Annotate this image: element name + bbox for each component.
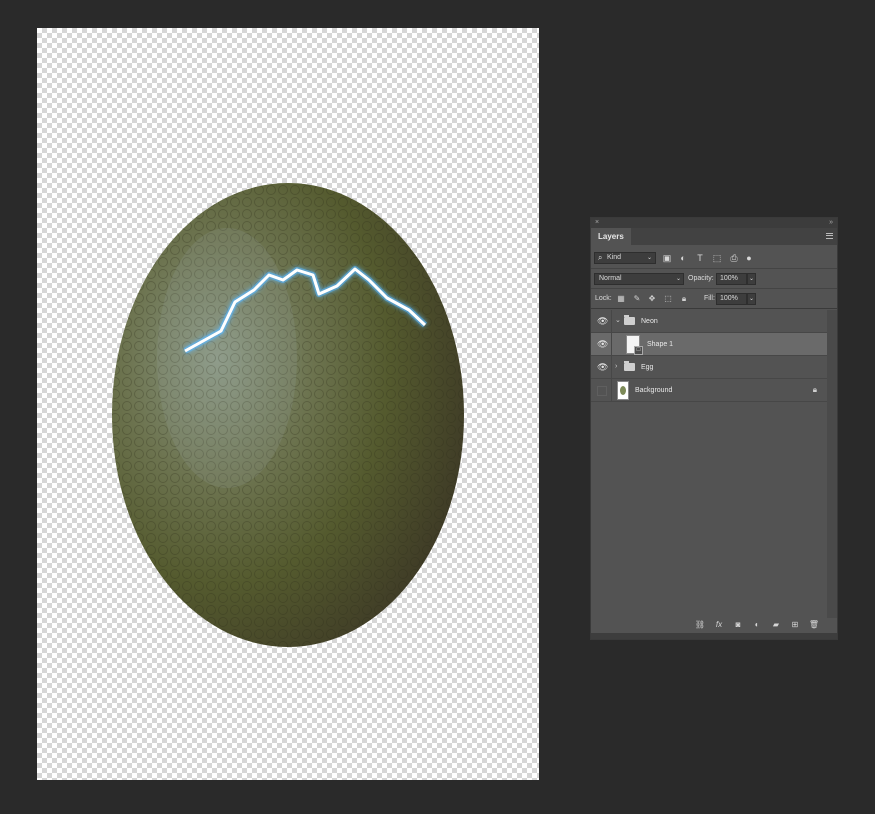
layer-name: Egg (641, 364, 654, 371)
shape-badge-icon: □ (634, 346, 643, 355)
layer-row-shape-1[interactable]: 👁︎ □ Shape 1 (591, 333, 827, 356)
blend-mode-select[interactable]: Normal ⌄ (594, 273, 684, 285)
tab-layers[interactable]: Layers (591, 228, 631, 245)
link-layers-icon[interactable]: ⛓ (694, 618, 706, 632)
background-layer-thumbnail (617, 381, 629, 400)
visibility-eye-icon[interactable]: 👁︎ (597, 362, 608, 372)
visibility-eye-icon[interactable]: 👁︎ (597, 339, 608, 349)
chevron-down-icon: ⌄ (675, 276, 681, 282)
fill-value: 100% (720, 295, 738, 302)
chevron-down-icon: ⌄ (646, 255, 652, 261)
lock-artboard-icon[interactable]: ⬚ (663, 293, 673, 305)
shape-filter-icon[interactable]: ⬚ (711, 252, 723, 264)
layers-panel: × » Layers ⌕ Kind ⌄ ▣ ◐ T ⬚ ⎙ ● Normal ⌄… (590, 217, 838, 640)
egg-artwork (112, 183, 464, 647)
filter-toggle-icon[interactable]: ● (743, 252, 755, 264)
layer-name: Neon (641, 318, 658, 325)
filter-row: ⌕ Kind ⌄ ▣ ◐ T ⬚ ⎙ ● (591, 248, 837, 269)
blend-mode-value: Normal (599, 275, 622, 282)
fx-icon[interactable]: fx (713, 618, 725, 632)
opacity-value: 100% (720, 275, 738, 282)
folder-icon (624, 315, 635, 325)
lock-label: Lock: (595, 295, 612, 302)
collapse-panel-icon[interactable]: » (829, 218, 833, 228)
panel-bottom-strip (591, 633, 837, 639)
fill-label: Fill: (704, 295, 715, 302)
visibility-eye-icon[interactable]: 👁︎ (597, 316, 608, 326)
adjustment-filter-icon[interactable]: ◐ (677, 252, 689, 264)
layer-row-egg[interactable]: 👁︎ › Egg (591, 356, 827, 379)
type-filter-icon[interactable]: T (694, 252, 706, 264)
layer-name: Shape 1 (647, 341, 674, 348)
lock-image-pixels-icon[interactable]: ✎ (632, 293, 642, 305)
shape-layer-thumbnail: □ (626, 335, 643, 355)
chevron-down-icon[interactable]: ⌄ (615, 315, 621, 327)
opacity-dropdown-icon[interactable]: ⌄ (747, 273, 756, 285)
image-filter-icon[interactable]: ▣ (661, 252, 673, 264)
panel-tab-row: Layers (591, 228, 837, 245)
close-panel-icon[interactable]: × (595, 218, 599, 228)
lock-position-icon[interactable]: ✥ (647, 293, 657, 305)
opacity-label: Opacity: (688, 275, 714, 282)
layer-row-neon[interactable]: 👁︎ ⌄ Neon (591, 310, 827, 333)
document-canvas[interactable] (37, 28, 539, 780)
panel-header-strip: × » (591, 218, 837, 228)
panel-menu-icon[interactable] (826, 233, 833, 239)
filter-kind-label: Kind (607, 254, 622, 261)
blend-row: Normal ⌄ Opacity: 100% ⌄ (591, 269, 837, 289)
folder-icon (624, 361, 635, 371)
layer-list-scrollbar[interactable] (827, 310, 837, 618)
new-layer-icon[interactable]: ⊞ (789, 618, 801, 632)
search-icon: ⌕ (598, 253, 603, 262)
lock-row: Lock: ▦ ✎ ✥ ⬚ 🔒︎ Fill: 100% ⌄ (591, 289, 837, 309)
fill-dropdown-icon[interactable]: ⌄ (747, 293, 756, 305)
adjustment-layer-icon[interactable]: ◐ (751, 618, 763, 632)
layer-lock-icon[interactable]: 🔒︎ (813, 384, 817, 396)
filter-kind-select[interactable]: ⌕ Kind ⌄ (594, 252, 656, 264)
lock-all-icon[interactable]: 🔒︎ (679, 293, 689, 305)
smart-object-filter-icon[interactable]: ⎙ (728, 252, 740, 264)
layer-row-background[interactable]: Background 🔒︎ (591, 379, 827, 402)
fill-field[interactable]: 100% (716, 293, 747, 305)
add-mask-icon[interactable]: ◙ (732, 618, 744, 632)
delete-layer-icon[interactable]: 🗑︎ (808, 618, 820, 632)
new-group-icon[interactable]: ▰ (770, 618, 782, 632)
chevron-right-icon[interactable]: › (615, 361, 617, 373)
layer-name: Background (635, 387, 673, 394)
panel-footer-toolbar: ⛓ fx ◙ ◐ ▰ ⊞ 🗑︎ (591, 618, 837, 632)
opacity-field[interactable]: 100% (716, 273, 747, 285)
visibility-toggle-empty[interactable] (597, 386, 607, 396)
lock-transparent-pixels-icon[interactable]: ▦ (616, 293, 626, 305)
